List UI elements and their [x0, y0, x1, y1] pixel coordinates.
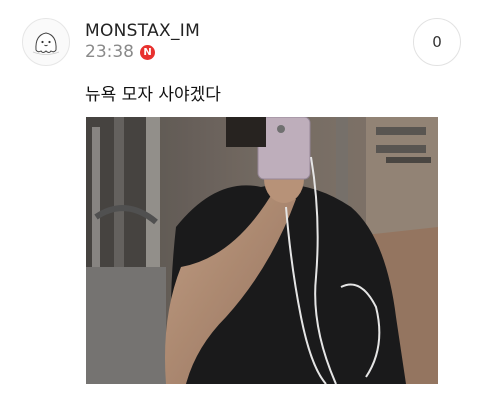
avatar[interactable] — [22, 18, 70, 66]
timestamp-row: 23:38 N — [85, 42, 155, 62]
username[interactable]: MONSTAX_IM — [85, 21, 200, 41]
post-text: 뉴욕 모자 사야겠다 — [85, 85, 221, 105]
comment-count-button[interactable]: 0 — [413, 18, 461, 66]
post-photo[interactable] — [86, 117, 438, 384]
gym-mirror-selfie-image — [86, 117, 438, 384]
new-badge-icon: N — [140, 44, 155, 60]
ghost-avatar-icon — [32, 32, 60, 55]
post-time: 23:38 — [85, 42, 134, 62]
